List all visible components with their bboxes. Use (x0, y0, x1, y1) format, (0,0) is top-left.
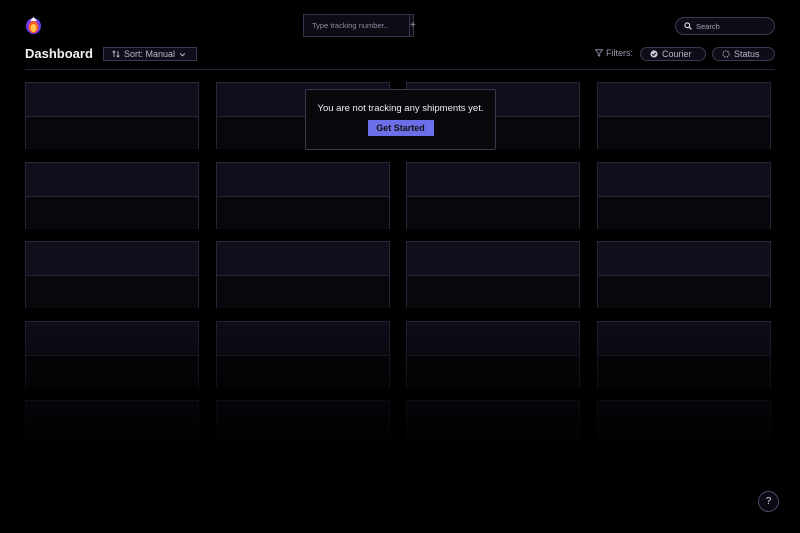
filters-text: Filters: (606, 48, 633, 58)
skeleton-card (406, 162, 580, 229)
sort-icon (112, 50, 120, 58)
skeleton-card (216, 321, 390, 388)
tracking-number-input[interactable] (304, 15, 409, 36)
skeleton-card (406, 321, 580, 388)
status-label: Status (734, 49, 760, 59)
skeleton-card (25, 241, 199, 308)
help-button[interactable]: ? (758, 491, 779, 512)
skeleton-card (216, 400, 390, 467)
empty-state-message: You are not tracking any shipments yet. (317, 103, 484, 114)
status-icon (722, 50, 730, 58)
skeleton-card (597, 82, 771, 149)
skeleton-card (25, 162, 199, 229)
skeleton-card (216, 241, 390, 308)
skeleton-card (406, 241, 580, 308)
skeleton-card (597, 241, 771, 308)
skeleton-card (25, 321, 199, 388)
search-input[interactable] (696, 21, 766, 31)
get-started-button[interactable]: Get Started (367, 120, 434, 136)
skeleton-card (25, 400, 199, 467)
search-box[interactable] (675, 17, 775, 35)
search-icon (684, 22, 692, 30)
courier-filter-chip[interactable]: Courier (640, 47, 706, 61)
skeleton-card (216, 162, 390, 229)
chevron-down-icon (179, 51, 186, 58)
logo-icon[interactable] (25, 16, 42, 35)
sort-label: Sort: Manual (124, 49, 176, 59)
add-tracking-button[interactable]: + (409, 15, 416, 36)
skeleton-card (597, 162, 771, 229)
courier-icon (650, 50, 658, 58)
skeleton-card (597, 321, 771, 388)
sort-button[interactable]: Sort: Manual (103, 47, 197, 61)
header-divider (25, 69, 775, 70)
skeleton-card (25, 82, 199, 149)
filter-icon (595, 49, 603, 57)
skeleton-card (406, 400, 580, 467)
courier-label: Courier (662, 49, 692, 59)
skeleton-card (597, 400, 771, 467)
page-title: Dashboard (25, 46, 93, 61)
tracking-bar: + (303, 14, 416, 37)
status-filter-chip[interactable]: Status (712, 47, 775, 61)
empty-state-panel: You are not tracking any shipments yet. … (305, 89, 496, 150)
filters-label: Filters: (595, 48, 633, 58)
